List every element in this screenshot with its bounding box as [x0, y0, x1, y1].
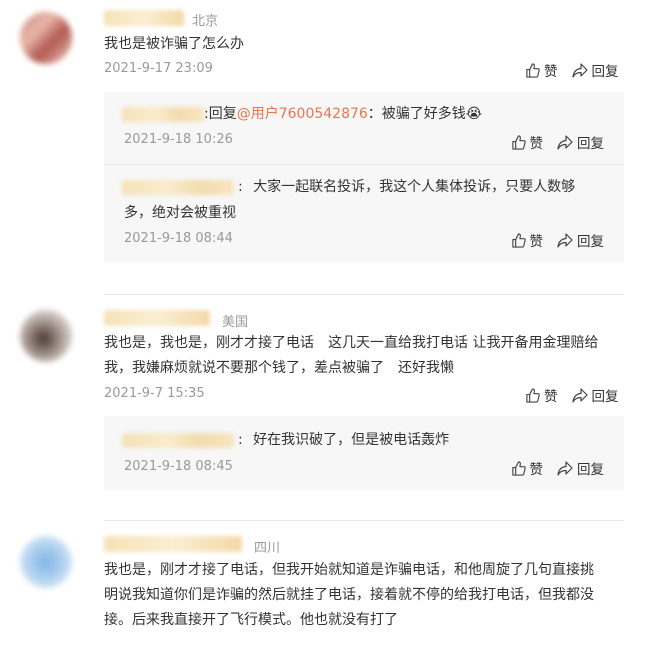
reply-date: 2021-9-18 10:26 [124, 132, 233, 147]
reply-label: 回复 [577, 234, 604, 250]
like-label: 赞 [544, 389, 558, 405]
thumbs-up-icon [511, 460, 526, 476]
comment-text-line3: 接。后来我直接开了飞行模式。他也就没有打了 [104, 612, 398, 628]
avatar[interactable] [20, 310, 72, 362]
like-label: 赞 [544, 64, 558, 80]
like-label: 赞 [529, 234, 544, 250]
reply-text: :回复@用户7600542876：被骗了好多钱😭 [204, 102, 482, 127]
location-label: 北京 [192, 14, 219, 29]
reply-content: ：被骗了好多钱 [367, 106, 466, 122]
reply-content: 好在我识破了，但是被电话轰炸 [253, 432, 450, 448]
reply-label: 回复 [577, 136, 604, 152]
reply-text: : 大家一起联名投诉，我这个人集体投诉，只要人数够 [238, 175, 608, 200]
username-blurred[interactable] [104, 536, 242, 552]
reply-button[interactable]: 回复 [557, 458, 604, 478]
reply-button[interactable]: 回复 [557, 230, 604, 250]
like-button[interactable]: 赞 [511, 458, 544, 478]
crying-emoji-icon: 😭 [465, 106, 483, 122]
reply-username-blurred[interactable] [122, 180, 234, 195]
username-blurred[interactable] [104, 10, 184, 26]
reply-actions: 赞 回复 [511, 230, 604, 250]
thumbs-up-icon [511, 134, 526, 150]
reply-username-blurred[interactable] [122, 433, 234, 448]
reply-box: :回复@用户7600542876：被骗了好多钱😭 2021-9-18 10:26… [104, 92, 624, 262]
reply-button[interactable]: 回复 [571, 385, 619, 405]
reply-box: : 好在我识破了，但是被电话轰炸 2021-9-18 08:45 赞 回复 [104, 416, 624, 490]
location-label: 四川 [254, 541, 281, 556]
avatar[interactable] [20, 12, 72, 64]
comment-actions: 赞 回复 [525, 385, 619, 405]
reply-colon: : [238, 432, 243, 448]
thumbs-up-icon [526, 387, 540, 403]
reply-label: 回复 [577, 462, 604, 478]
reply-button[interactable]: 回复 [571, 60, 619, 80]
reply-divider [104, 164, 624, 165]
like-label: 赞 [529, 136, 544, 152]
like-button[interactable]: 赞 [525, 385, 558, 405]
comment-divider [104, 294, 624, 295]
reply-actions: 赞 回复 [511, 458, 604, 478]
share-arrow-icon [571, 62, 588, 78]
comment-text: 我也是被诈骗了怎么办 [104, 36, 244, 52]
reply-text: : 好在我识破了，但是被电话轰炸 [238, 428, 449, 453]
like-button[interactable]: 赞 [511, 230, 544, 250]
share-arrow-icon [557, 232, 573, 248]
reply-text-line2: 多，绝对会被重视 [124, 205, 236, 221]
reply-username-blurred[interactable] [122, 107, 204, 122]
share-arrow-icon [557, 134, 573, 150]
share-arrow-icon [571, 387, 588, 403]
reply-content-line1: 大家一起联名投诉，我这个人集体投诉，只要人数够 [253, 179, 576, 195]
reply-actions: 赞 回复 [511, 132, 604, 152]
comment-actions: 赞 回复 [525, 60, 619, 80]
reply-date: 2021-9-18 08:44 [124, 231, 233, 246]
username-blurred[interactable] [104, 310, 210, 326]
like-button[interactable]: 赞 [511, 132, 544, 152]
comment-date: 2021-9-7 15:35 [104, 386, 205, 401]
mention-link[interactable]: @用户7600542876 [237, 106, 368, 122]
comment-divider [104, 520, 624, 521]
reply-button[interactable]: 回复 [557, 132, 604, 152]
reply-word: 回复 [208, 106, 237, 122]
reply-label: 回复 [591, 64, 619, 80]
comment-text-line2: 明说我知道你们是诈骗的然后就挂了电话，接着就不停的给我打电话，但我都没 [104, 587, 594, 603]
thumbs-up-icon [511, 232, 526, 248]
location-label: 美国 [222, 315, 249, 330]
like-button[interactable]: 赞 [525, 60, 558, 80]
comment-date: 2021-9-17 23:09 [104, 61, 213, 76]
thumbs-up-icon [526, 62, 540, 78]
reply-date: 2021-9-18 08:45 [124, 459, 233, 474]
comment-text-line2: 我，我嫌麻烦就说不要那个钱了，差点被骗了 还好我懒 [104, 360, 454, 376]
avatar[interactable] [20, 536, 72, 588]
comment-text-line1: 我也是，刚才才接了电话，但我开始就知道是诈骗电话，和他周旋了几句直接挑 [104, 562, 594, 578]
like-label: 赞 [529, 462, 544, 478]
share-arrow-icon [557, 460, 573, 476]
reply-label: 回复 [591, 389, 619, 405]
reply-colon: : [238, 179, 243, 195]
comment-text-line1: 我也是，我也是，刚才才接了电话 这几天一直给我打电话 让我开备用金理赔给 [104, 335, 599, 351]
